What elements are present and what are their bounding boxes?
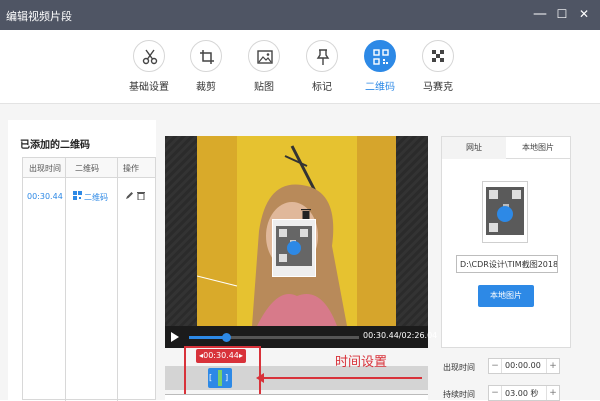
seek-progress bbox=[189, 336, 227, 339]
tool-qrcode[interactable]: 二维码 bbox=[354, 40, 406, 100]
tool-label: 标记 bbox=[312, 82, 332, 93]
duration-value[interactable]: 03.00 秒 bbox=[505, 388, 538, 399]
tool-label: 基础设置 bbox=[129, 82, 169, 93]
row-time: 00:30.44 bbox=[27, 192, 63, 201]
header-qrcode: 二维码 bbox=[75, 164, 99, 173]
duration-label: 持续时间 bbox=[443, 390, 475, 399]
tool-label: 贴图 bbox=[254, 82, 274, 93]
tool-sticker[interactable]: 贴图 bbox=[238, 40, 290, 100]
letterbox-left bbox=[165, 136, 197, 326]
trash-icon[interactable] bbox=[301, 204, 311, 219]
video-edit-window: 编辑视频片段 — ☐ ✕ 基础设置 裁剪 贴图 标记 二维码 马赛克 已添加的二… bbox=[0, 0, 600, 401]
seek-bar[interactable] bbox=[189, 333, 359, 342]
toolbar: 基础设置 裁剪 贴图 标记 二维码 马赛克 bbox=[0, 30, 600, 104]
panel-title: 已添加的二维码 bbox=[20, 140, 90, 151]
minimize-button[interactable]: — bbox=[530, 4, 550, 24]
source-tabs: 网址 本地图片 bbox=[442, 137, 570, 159]
qrcode-preview bbox=[482, 181, 528, 243]
appear-time-value[interactable]: 00:00.00 bbox=[505, 361, 541, 370]
decrease-button[interactable]: − bbox=[489, 386, 502, 400]
tool-label: 裁剪 bbox=[196, 82, 216, 93]
crop-icon bbox=[190, 40, 222, 72]
image-path-field[interactable]: D:\CDR设计\TIM截图2018040 bbox=[456, 255, 558, 273]
header-time: 出现时间 bbox=[29, 164, 61, 173]
video-frame bbox=[197, 136, 396, 326]
edit-icon[interactable] bbox=[125, 191, 134, 202]
tab-local-image[interactable]: 本地图片 bbox=[506, 137, 570, 159]
scissors-icon bbox=[133, 40, 165, 72]
tool-label: 马赛克 bbox=[423, 82, 453, 93]
header-actions: 操作 bbox=[123, 164, 139, 173]
duration-stepper[interactable]: − 03.00 秒 + bbox=[488, 385, 560, 401]
tool-mosaic[interactable]: 马赛克 bbox=[412, 40, 464, 100]
qrcode-small-icon bbox=[73, 191, 82, 202]
increase-button[interactable]: + bbox=[546, 386, 559, 400]
pin-icon bbox=[306, 40, 338, 72]
tool-basic-settings[interactable]: 基础设置 bbox=[123, 40, 175, 100]
close-button[interactable]: ✕ bbox=[574, 4, 594, 24]
highlight-box bbox=[184, 346, 261, 398]
qrcode-source-panel: 网址 本地图片 D:\CDR设计\TIM截图2018040 本地图片 bbox=[441, 136, 571, 348]
row-qrcode-name: 二维码 bbox=[84, 193, 108, 202]
added-qrcode-panel: 已添加的二维码 出现时间 二维码 操作 00:30.44 二维码 bbox=[8, 120, 156, 401]
video-preview[interactable]: 00:30.44/02:26.04 bbox=[165, 136, 437, 348]
table-row[interactable]: 00:30.44 二维码 bbox=[23, 189, 155, 205]
tool-mark[interactable]: 标记 bbox=[296, 40, 348, 100]
increase-button[interactable]: + bbox=[546, 359, 559, 373]
window-title: 编辑视频片段 bbox=[6, 10, 72, 23]
image-icon bbox=[248, 40, 280, 72]
arrow-line bbox=[262, 377, 422, 379]
playback-time: 00:30.44/02:26.04 bbox=[363, 331, 438, 340]
timeline-ruler bbox=[165, 394, 428, 400]
tool-label: 二维码 bbox=[365, 82, 395, 93]
seek-handle[interactable] bbox=[222, 333, 232, 342]
decrease-button[interactable]: − bbox=[489, 359, 502, 373]
annotation-text: 时间设置 bbox=[335, 355, 388, 370]
appear-time-label: 出现时间 bbox=[443, 363, 475, 372]
delete-icon[interactable] bbox=[137, 191, 145, 202]
mosaic-icon bbox=[422, 40, 454, 72]
qrcode-icon bbox=[364, 40, 396, 72]
tab-url[interactable]: 网址 bbox=[442, 137, 506, 159]
qrcode-overlay[interactable] bbox=[272, 219, 316, 277]
tool-crop[interactable]: 裁剪 bbox=[180, 40, 232, 100]
title-bar: 编辑视频片段 — ☐ ✕ bbox=[0, 0, 600, 30]
qrcode-table: 出现时间 二维码 操作 00:30.44 二维码 bbox=[22, 157, 156, 401]
player-controls: 00:30.44/02:26.04 bbox=[165, 326, 437, 348]
letterbox-right bbox=[396, 136, 428, 326]
local-image-button[interactable]: 本地图片 bbox=[478, 285, 534, 307]
table-header: 出现时间 二维码 操作 bbox=[23, 158, 155, 178]
appear-time-stepper[interactable]: − 00:00.00 + bbox=[488, 358, 560, 374]
play-icon[interactable] bbox=[171, 332, 179, 342]
maximize-button[interactable]: ☐ bbox=[552, 4, 572, 24]
